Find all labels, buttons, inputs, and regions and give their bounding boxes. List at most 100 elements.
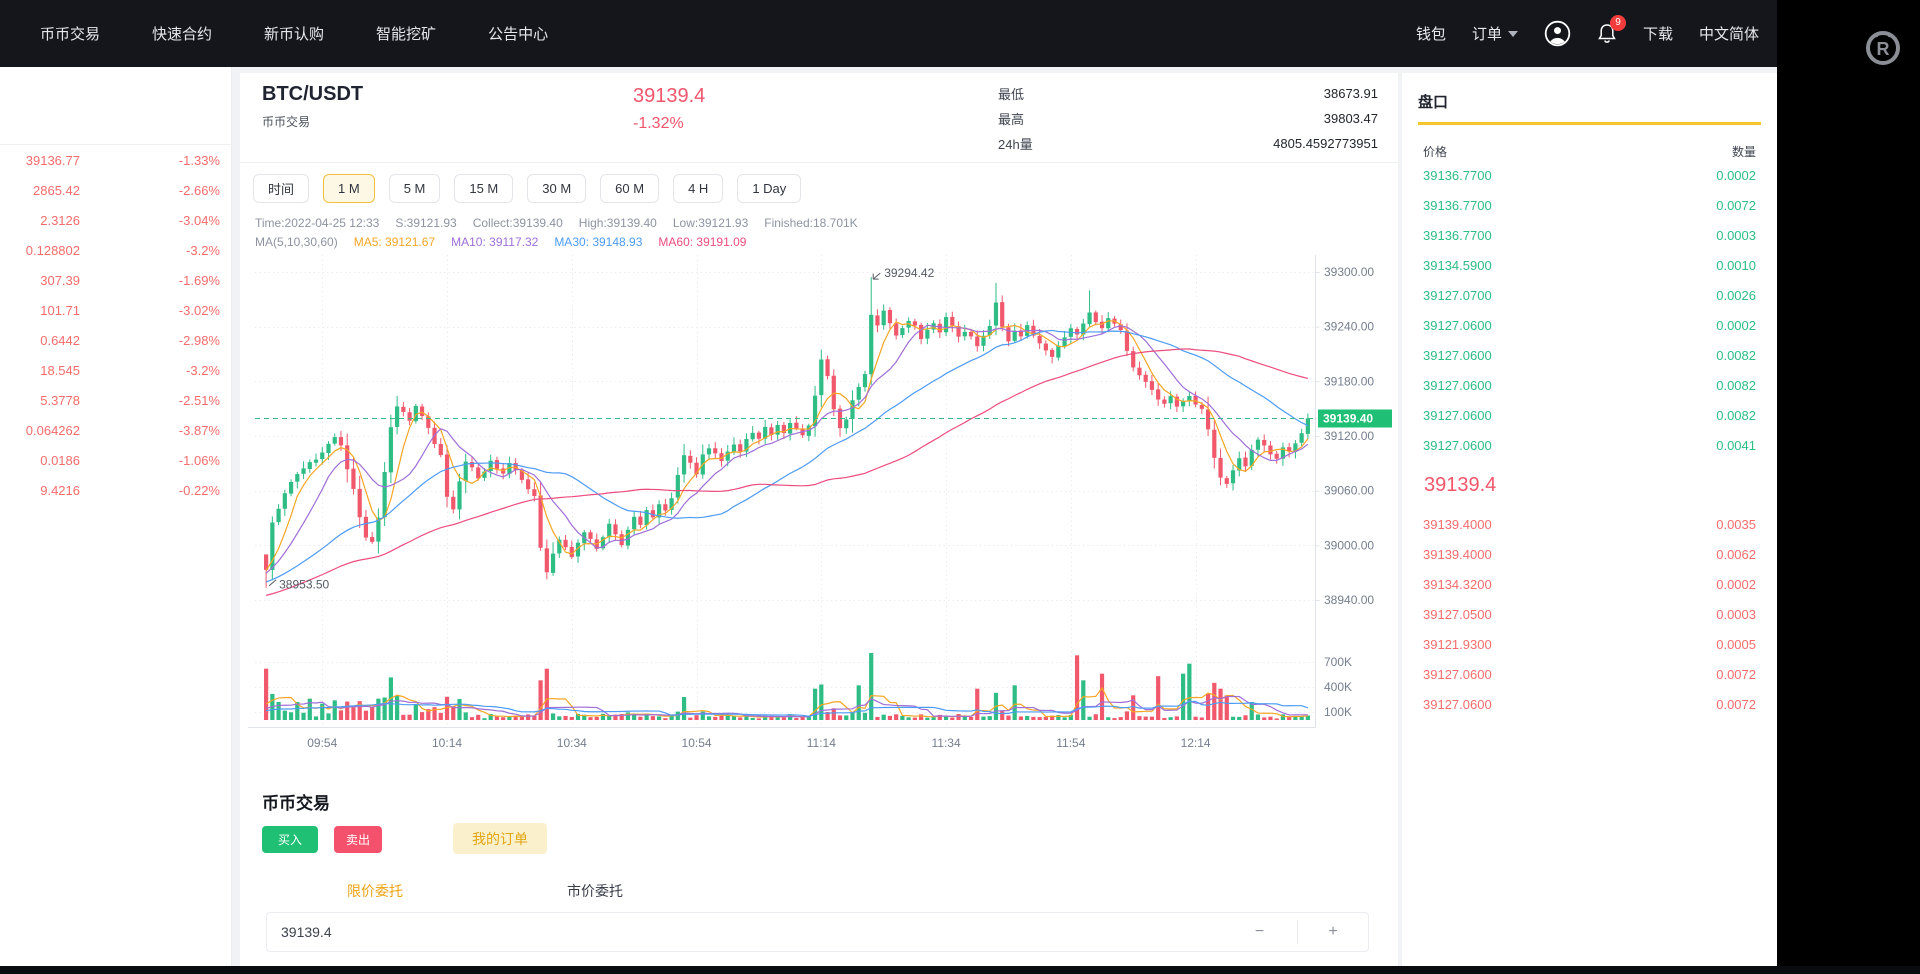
buy-button[interactable]: 买入 bbox=[262, 826, 318, 853]
bid-qty: 0.0002 bbox=[1716, 576, 1756, 592]
interval-button-1m[interactable]: 1 M bbox=[323, 174, 375, 203]
interval-button-1day[interactable]: 1 Day bbox=[737, 174, 802, 203]
interval-button-4h[interactable]: 4 H bbox=[673, 174, 724, 203]
orderbook-last-price: 39139.4 bbox=[1424, 474, 1497, 496]
nav-item-1[interactable]: 快速合约 bbox=[152, 23, 212, 44]
interval-button-60m[interactable]: 60 M bbox=[600, 174, 660, 203]
nav-item-4[interactable]: 公告中心 bbox=[488, 23, 548, 44]
bottom-bar bbox=[0, 966, 1920, 974]
watchlist-price: 5.3778 bbox=[40, 392, 80, 408]
ask-price: 39127.0600 bbox=[1423, 377, 1492, 393]
ma-info-item: MA60: 39191.09 bbox=[658, 235, 747, 249]
nav-item-3[interactable]: 智能挖矿 bbox=[376, 23, 436, 44]
orderbook-bid-row[interactable]: 39139.4000 0.0035 bbox=[1418, 509, 1761, 539]
interval-time-label: 时间 bbox=[253, 174, 310, 203]
orderbook-ask-row[interactable]: 39127.0600 0.0082 bbox=[1418, 340, 1761, 370]
market-stat-value: 39803.47 bbox=[1323, 111, 1378, 126]
nav-wallet[interactable]: 钱包 bbox=[1416, 23, 1446, 44]
orderbook-panel: 盘口 价格 数量 39136.7700 0.0002 39136.7700 0.007… bbox=[1402, 73, 1777, 966]
watchlist-row[interactable]: 101.71 -3.02% bbox=[0, 295, 231, 325]
ask-qty: 0.0003 bbox=[1716, 227, 1756, 243]
orderbook-ask-row[interactable]: 39136.7700 0.0003 bbox=[1418, 220, 1761, 250]
nav-right: 钱包 订单 9 下载 中文简体 bbox=[1416, 14, 1759, 47]
market-type-label: 币币交易 bbox=[262, 115, 311, 129]
watchlist-row[interactable]: 18.545 -3.2% bbox=[0, 355, 231, 385]
watchlist-price: 0.6442 bbox=[40, 332, 80, 348]
orderbook-bid-row[interactable]: 39127.0600 0.0072 bbox=[1418, 689, 1761, 719]
watchlist-row[interactable]: 307.39 -1.69% bbox=[0, 265, 231, 295]
orderbook-bid-row[interactable]: 39139.4000 0.0062 bbox=[1418, 539, 1761, 569]
orderbook-bid-row[interactable]: 39121.9300 0.0005 bbox=[1418, 629, 1761, 659]
watchlist-row[interactable]: 0.6442 -2.98% bbox=[0, 325, 231, 355]
orderbook-ask-row[interactable]: 39127.0600 0.0082 bbox=[1418, 400, 1761, 430]
account-button[interactable] bbox=[1544, 20, 1571, 47]
sell-button[interactable]: 卖出 bbox=[334, 826, 382, 853]
watchlist-change: -3.2% bbox=[186, 242, 220, 258]
watchlist-price: 0.064262 bbox=[25, 422, 80, 438]
interval-button-15m[interactable]: 15 M bbox=[454, 174, 514, 203]
orderbook-bid-row[interactable]: 39134.3200 0.0002 bbox=[1418, 569, 1761, 599]
market-stat-row: 最低 38673.91 bbox=[998, 81, 1378, 106]
watchlist-change: -1.06% bbox=[178, 452, 220, 468]
watchlist-row[interactable]: 9.4216 -0.22% bbox=[0, 475, 231, 505]
ask-qty: 0.0002 bbox=[1716, 167, 1756, 183]
watchlist-row[interactable]: 0.0186 -1.06% bbox=[0, 445, 231, 475]
price-input[interactable] bbox=[267, 913, 1187, 951]
watchlist-price: 39136.77 bbox=[25, 152, 80, 168]
watchlist-price: 307.39 bbox=[40, 272, 80, 288]
market-stat-value: 4805.4592773951 bbox=[1273, 136, 1378, 151]
bid-price: 39127.0600 bbox=[1423, 696, 1492, 712]
market-stat-row: 24h量 4805.4592773951 bbox=[998, 131, 1378, 156]
ma-info-item: MA(5,10,30,60) bbox=[255, 235, 338, 249]
my-orders-button[interactable]: 我的订单 bbox=[453, 823, 547, 854]
candlestick-chart[interactable] bbox=[240, 255, 1398, 760]
market-stat-label: 最低 bbox=[998, 87, 1025, 102]
nav-item-0[interactable]: 币币交易 bbox=[40, 23, 100, 44]
price-increase-button[interactable]: + bbox=[1298, 913, 1368, 951]
bid-qty: 0.0062 bbox=[1716, 546, 1756, 562]
notifications-button[interactable]: 9 bbox=[1597, 14, 1626, 45]
price-change: -1.32% bbox=[633, 115, 684, 132]
orderbook-ask-row[interactable]: 39136.7700 0.0072 bbox=[1418, 190, 1761, 220]
price-decrease-button[interactable]: − bbox=[1222, 913, 1297, 951]
orderbook-ask-row[interactable]: 39127.0700 0.0026 bbox=[1418, 280, 1761, 310]
orderbook-price-header: 价格 bbox=[1423, 145, 1448, 159]
orderbook-bid-row[interactable]: 39127.0500 0.0003 bbox=[1418, 599, 1761, 629]
orderbook-ask-row[interactable]: 39136.7700 0.0002 bbox=[1418, 160, 1761, 190]
bid-price: 39127.0500 bbox=[1423, 606, 1492, 622]
watchlist-row[interactable]: 39136.77 -1.33% bbox=[0, 145, 231, 175]
ask-qty: 0.0026 bbox=[1716, 287, 1756, 303]
watchlist-rows: 39136.77 -1.33% 2865.42 -2.66% 2.3126 -3.04% 0… bbox=[0, 145, 231, 505]
watchlist-row[interactable]: 0.128802 -3.2% bbox=[0, 235, 231, 265]
orderbook-ask-row[interactable]: 39127.0600 0.0002 bbox=[1418, 310, 1761, 340]
orderbook-ask-row[interactable]: 39127.0600 0.0082 bbox=[1418, 370, 1761, 400]
orderbook-ask-row[interactable]: 39134.5900 0.0010 bbox=[1418, 250, 1761, 280]
right-strip: R bbox=[1777, 0, 1920, 974]
market-stat-label: 24h量 bbox=[998, 137, 1033, 152]
bid-price: 39139.4000 bbox=[1423, 546, 1492, 562]
interval-button-30m[interactable]: 30 M bbox=[527, 174, 587, 203]
watchlist-row[interactable]: 0.064262 -3.87% bbox=[0, 415, 231, 445]
ohlc-info-item: Finished:18.701K bbox=[764, 216, 858, 230]
ma-info-item: MA10: 39117.32 bbox=[451, 235, 539, 249]
nav-language[interactable]: 中文简体 bbox=[1699, 23, 1759, 44]
nav-orders[interactable]: 订单 bbox=[1472, 23, 1518, 44]
svg-text:R: R bbox=[1877, 39, 1890, 59]
watchlist-row[interactable]: 2.3126 -3.04% bbox=[0, 205, 231, 235]
watchlist-panel: 39136.77 -1.33% 2865.42 -2.66% 2.3126 -3.04% 0… bbox=[0, 67, 232, 966]
orderbook-ask-row[interactable]: 39127.0600 0.0041 bbox=[1418, 430, 1761, 460]
watchlist-change: -1.69% bbox=[178, 272, 220, 288]
tab-limit-order[interactable]: 限价委托 bbox=[347, 881, 403, 901]
interval-button-5m[interactable]: 5 M bbox=[388, 174, 441, 203]
ask-qty: 0.0082 bbox=[1716, 347, 1756, 363]
ask-qty: 0.0072 bbox=[1716, 197, 1756, 213]
tab-market-order[interactable]: 市价委托 bbox=[567, 881, 623, 901]
nav-item-2[interactable]: 新币认购 bbox=[264, 23, 324, 44]
orderbook-bid-row[interactable]: 39127.0600 0.0072 bbox=[1418, 659, 1761, 689]
bid-qty: 0.0005 bbox=[1716, 636, 1756, 652]
watchlist-row[interactable]: 2865.42 -2.66% bbox=[0, 175, 231, 205]
watchlist-price: 101.71 bbox=[40, 302, 80, 318]
watchlist-row[interactable]: 5.3778 -2.51% bbox=[0, 385, 231, 415]
watchlist-price: 0.128802 bbox=[25, 242, 80, 258]
nav-download[interactable]: 下载 bbox=[1643, 23, 1673, 44]
